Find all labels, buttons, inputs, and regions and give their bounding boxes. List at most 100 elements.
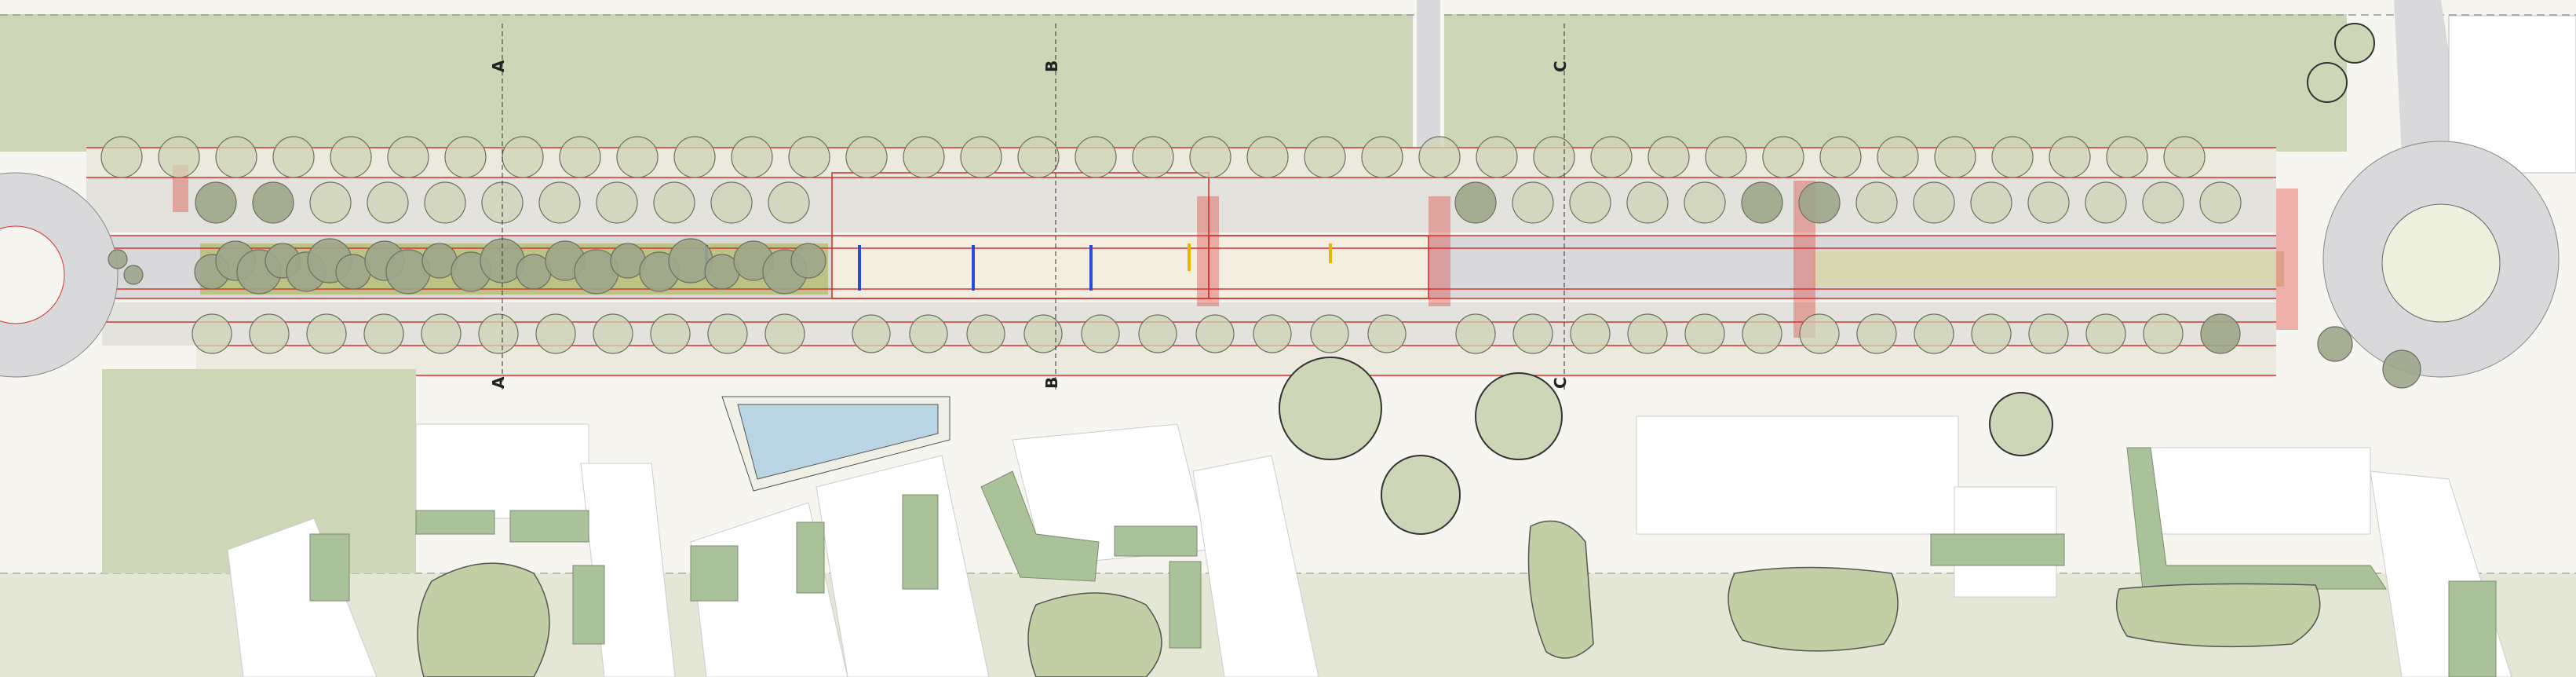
tree-symbol xyxy=(731,136,773,178)
tree-symbol xyxy=(481,181,524,224)
tree-symbol xyxy=(1310,314,1349,353)
tree-symbol xyxy=(309,181,352,224)
tree-symbol xyxy=(100,136,143,178)
tree-symbol xyxy=(1684,181,1726,224)
tree-symbol xyxy=(1877,136,1919,178)
tree-symbol xyxy=(1684,313,1725,354)
tree-symbol xyxy=(215,136,257,178)
tree-symbol xyxy=(768,181,810,224)
tree-symbol xyxy=(1512,181,1554,224)
tree-symbol xyxy=(421,313,462,354)
tree-symbol xyxy=(535,313,576,354)
tree-symbol xyxy=(845,136,888,178)
tree-symbol xyxy=(1195,314,1235,353)
tree-symbol xyxy=(903,136,945,178)
tree-symbol xyxy=(2163,136,2206,178)
tree-symbol xyxy=(2200,313,2241,354)
site-plan: A A B B C C xyxy=(0,0,2576,677)
tree-symbol xyxy=(1914,313,1954,354)
tree-symbol xyxy=(2028,313,2069,354)
tree-symbol xyxy=(2317,326,2353,362)
tree-symbol xyxy=(330,136,372,178)
tree-symbol xyxy=(966,314,1005,353)
tree-symbol xyxy=(909,314,948,353)
cross-road-north xyxy=(1417,0,1440,157)
tree-symbol xyxy=(538,181,581,224)
tree-symbol xyxy=(306,313,347,354)
tree-symbol xyxy=(363,313,404,354)
tree-symbol xyxy=(1418,136,1461,178)
section-label-A-bottom: A xyxy=(489,376,508,389)
tree-symbol xyxy=(1819,136,1862,178)
tree-symbol xyxy=(1138,314,1177,353)
tree-symbol xyxy=(1132,136,1174,178)
tree-symbol xyxy=(1454,181,1497,224)
tree-symbol xyxy=(650,313,691,354)
tree-symbol xyxy=(673,136,716,178)
tree-symbol xyxy=(1253,314,1292,353)
tree-symbol xyxy=(2142,181,2184,224)
tree-symbol xyxy=(2085,181,2127,224)
tree-symbol xyxy=(1856,313,1897,354)
tree-symbol xyxy=(1626,181,1669,224)
tree-symbol xyxy=(1512,313,1553,354)
tree-symbol xyxy=(1455,313,1496,354)
tree-symbol xyxy=(195,181,237,224)
tree-symbol xyxy=(367,181,409,224)
section-label-A-top: A xyxy=(489,60,508,72)
tree-symbol xyxy=(108,249,128,269)
tree-symbol xyxy=(1934,136,1976,178)
tree-symbol xyxy=(2106,136,2148,178)
tree-symbol xyxy=(1367,314,1407,353)
tree-symbol xyxy=(1970,181,2012,224)
tree-symbol xyxy=(653,181,695,224)
tree-symbol xyxy=(2085,313,2126,354)
tree-symbol xyxy=(2027,181,2070,224)
tree-symbol xyxy=(1799,313,1840,354)
tree-symbol xyxy=(387,136,429,178)
tree-symbol xyxy=(123,265,144,285)
section-label-B-bottom: B xyxy=(1042,377,1061,389)
tree-symbol xyxy=(1023,314,1063,353)
tree-symbol xyxy=(192,313,232,354)
roundabout-east-inner xyxy=(2381,203,2501,323)
tree-symbol xyxy=(424,181,466,224)
tree-symbol xyxy=(1762,136,1804,178)
tree-symbol xyxy=(710,181,753,224)
tree-symbol xyxy=(1590,136,1633,178)
tree-symbol xyxy=(2143,313,2184,354)
tree-symbol xyxy=(1913,181,1955,224)
tree-symbol xyxy=(272,136,315,178)
grass-field-north-east xyxy=(1444,14,2347,152)
section-label-B-top: B xyxy=(1042,60,1061,72)
tree-symbol xyxy=(1570,313,1611,354)
tree-symbol xyxy=(1855,181,1898,224)
section-label-C-bottom: C xyxy=(1551,377,1570,389)
tree-symbol xyxy=(1533,136,1575,178)
tree-symbol xyxy=(1627,313,1668,354)
tree-symbol xyxy=(478,313,519,354)
tree-symbol xyxy=(559,136,601,178)
tree-symbol xyxy=(2382,349,2421,389)
tree-symbol xyxy=(1304,136,1346,178)
tree-symbol xyxy=(1476,136,1518,178)
tree-symbol xyxy=(1246,136,1289,178)
grass-field-north xyxy=(0,14,1413,152)
tree-symbol xyxy=(1647,136,1690,178)
tree-symbol xyxy=(1798,181,1841,224)
tree-symbol xyxy=(252,181,294,224)
tree-symbol xyxy=(158,136,200,178)
tree-symbol xyxy=(616,136,659,178)
tree-symbol xyxy=(1705,136,1747,178)
tree-symbol xyxy=(1361,136,1403,178)
tree-symbol xyxy=(960,136,1002,178)
tree-symbol xyxy=(852,314,891,353)
tree-symbol xyxy=(2049,136,2091,178)
tree-symbol xyxy=(764,313,805,354)
tree-symbol xyxy=(1742,313,1782,354)
tree-symbol xyxy=(1569,181,1611,224)
tree-symbol xyxy=(444,136,487,178)
tree-symbol xyxy=(2199,181,2242,224)
tree-symbol xyxy=(1189,136,1231,178)
tree-symbol xyxy=(1081,314,1120,353)
